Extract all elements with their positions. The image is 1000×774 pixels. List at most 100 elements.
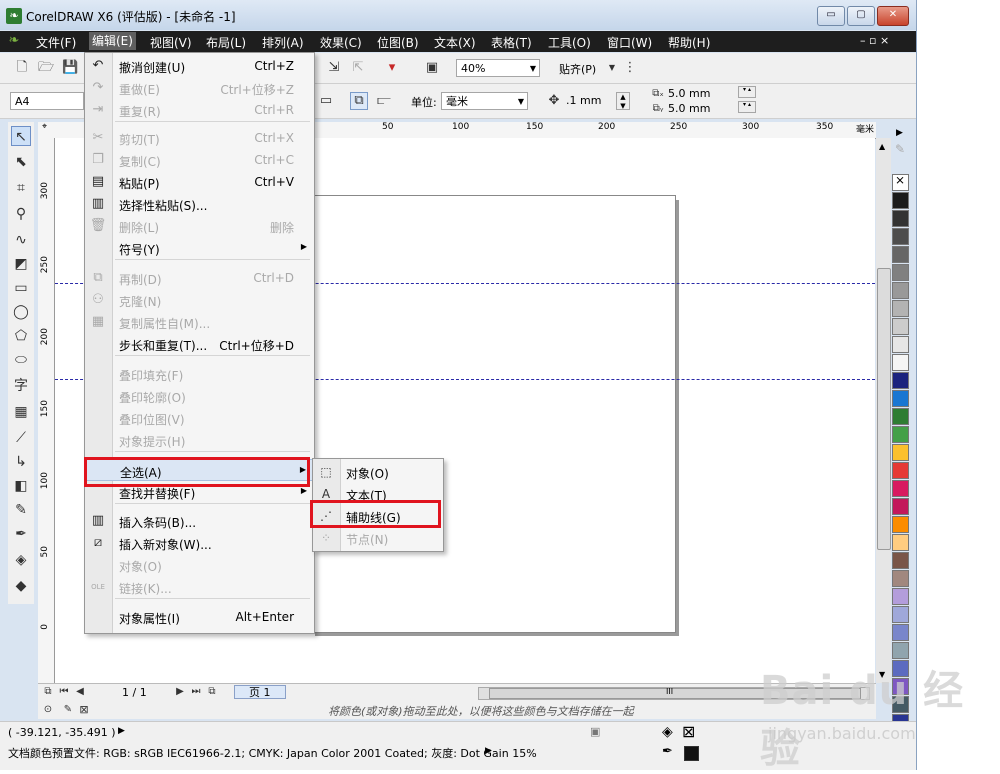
edit-menu-item[interactable]: 对象属性(I) Alt+Enter (85, 606, 314, 628)
menu-edit[interactable]: 编辑(E) (89, 32, 136, 50)
eyedropper-icon[interactable]: ✎ (60, 702, 76, 718)
color-swatch[interactable] (892, 210, 909, 227)
document-controls[interactable]: – ▫ × (860, 34, 889, 47)
menu-tools[interactable]: 工具(O) (548, 34, 591, 51)
profile-arrow-icon[interactable]: ▶ (485, 746, 492, 756)
color-swatch[interactable] (892, 624, 909, 641)
table-tool-icon[interactable]: ▦ (11, 402, 31, 422)
color-swatch[interactable] (892, 462, 909, 479)
connector-tool-icon[interactable]: ↳ (11, 452, 31, 472)
all-pages-icon[interactable]: ⧉ (350, 92, 368, 110)
maximize-button[interactable]: ▢ (847, 6, 875, 26)
zoom-level-combo[interactable]: 40% ▼ (456, 59, 540, 77)
color-swatch[interactable] (892, 606, 909, 623)
color-swatch[interactable] (892, 588, 909, 605)
menu-help[interactable]: 帮助(H) (668, 34, 710, 51)
add-page-before-icon[interactable]: ⧉ (40, 684, 56, 700)
save-icon[interactable]: 💾 (62, 60, 78, 76)
duplicate-y-value[interactable]: 5.0 mm (668, 102, 710, 115)
menu-bitmaps[interactable]: 位图(B) (377, 34, 419, 51)
current-page-icon[interactable]: ⫍ (376, 93, 392, 109)
no-fill-swatch-icon[interactable]: ⊠ (76, 702, 92, 718)
color-swatch[interactable] (892, 390, 909, 407)
color-swatch[interactable] (892, 354, 909, 371)
color-swatch[interactable] (892, 246, 909, 263)
color-swatch[interactable] (892, 300, 909, 317)
portrait-page-icon[interactable]: ▭ (318, 93, 334, 109)
outline-color-swatch[interactable] (684, 746, 699, 761)
snap-to-button[interactable]: 贴齐(P) (559, 61, 596, 77)
edit-menu-item[interactable]: ▥ 插入条码(B)... (85, 510, 314, 532)
color-swatch[interactable] (892, 534, 909, 551)
menu-window[interactable]: 窗口(W) (607, 34, 652, 51)
color-swatch[interactable] (892, 498, 909, 515)
color-swatch[interactable] (892, 408, 909, 425)
application-launcher-icon[interactable]: ▾ (384, 60, 400, 76)
color-swatch[interactable] (892, 282, 909, 299)
crop-tool-icon[interactable]: ⌗ (11, 178, 31, 198)
color-swatch[interactable] (892, 570, 909, 587)
expand-arrow-icon[interactable]: ▶ (118, 726, 125, 736)
edit-menu-item[interactable]: ▥ 选择性粘贴(S)... (85, 193, 314, 215)
freehand-tool-icon[interactable]: ∿ (11, 230, 31, 250)
palette-menu-icon[interactable]: ⊙ (40, 702, 56, 718)
color-swatch[interactable] (892, 426, 909, 443)
document-page[interactable] (310, 195, 676, 633)
vertical-ruler[interactable]: 300 250 200 150 100 50 0 (38, 138, 55, 683)
units-combo[interactable]: 毫米 ▼ (441, 92, 528, 110)
menu-arrange[interactable]: 排列(A) (262, 34, 304, 51)
duplicate-x-spinner[interactable]: ▾ ▴ (738, 86, 756, 98)
options-icon[interactable]: ⋮ (622, 60, 638, 76)
duplicate-y-spinner[interactable]: ▾ ▴ (738, 101, 756, 113)
no-fill-indicator-icon[interactable]: ⊠ (682, 722, 695, 741)
menu-layout[interactable]: 布局(L) (206, 34, 246, 51)
previous-page-icon[interactable]: ◀ (72, 684, 88, 700)
color-swatch[interactable] (892, 516, 909, 533)
menu-table[interactable]: 表格(T) (491, 34, 532, 51)
color-swatch[interactable] (892, 228, 909, 245)
vertical-scroll-thumb[interactable] (877, 268, 891, 550)
color-swatch[interactable] (892, 372, 909, 389)
no-color-swatch[interactable]: ⨯ (892, 173, 909, 191)
edit-menu-item[interactable]: ⧄ 插入新对象(W)... (85, 532, 314, 554)
color-swatch[interactable] (892, 264, 909, 281)
color-swatch[interactable] (892, 480, 909, 497)
nudge-spinner[interactable]: ▲ ▼ (616, 92, 630, 110)
color-swatch[interactable] (892, 642, 909, 659)
menu-effects[interactable]: 效果(C) (320, 34, 362, 51)
page-size-combo[interactable]: A4 (10, 92, 84, 110)
color-profile-info[interactable]: 文档颜色预置文件: RGB: sRGB IEC61966-2.1; CMYK: … (8, 745, 537, 761)
select-all-submenu-item[interactable]: ⬚ 对象(O) (313, 461, 443, 483)
add-page-after-icon[interactable]: ⧉ (204, 684, 220, 700)
color-swatch[interactable] (892, 192, 909, 209)
new-document-icon[interactable]: 🗋 (14, 60, 30, 76)
open-folder-icon[interactable]: 🗁 (38, 60, 54, 76)
pick-tool-icon[interactable]: ↖ (11, 126, 31, 146)
smart-fill-tool-icon[interactable]: ◩ (11, 254, 31, 274)
polygon-tool-icon[interactable]: ⬠ (11, 326, 31, 346)
menu-text[interactable]: 文本(X) (434, 34, 476, 51)
ellipse-tool-icon[interactable]: ◯ (11, 302, 31, 322)
minimize-button[interactable]: ▭ (817, 6, 845, 26)
edit-menu-item[interactable]: 符号(Y) ▶ (85, 237, 314, 259)
text-tool-icon[interactable]: 字 (11, 376, 31, 396)
basic-shapes-tool-icon[interactable]: ⬭ (11, 350, 31, 370)
dimension-tool-icon[interactable]: ⟋ (11, 428, 31, 448)
first-page-icon[interactable]: ⏮ (56, 684, 72, 700)
color-swatch[interactable] (892, 336, 909, 353)
export-icon[interactable]: ⇱ (350, 60, 366, 76)
color-swatch[interactable] (892, 444, 909, 461)
zoom-tool-icon[interactable]: ⚲ (11, 204, 31, 224)
fill-tool-icon[interactable]: ◈ (11, 550, 31, 570)
ruler-origin-icon[interactable]: ⌖ (42, 122, 47, 132)
blend-tool-icon[interactable]: ◧ (11, 476, 31, 496)
edit-menu-item[interactable]: ▤ 粘贴(P) Ctrl+V (85, 171, 314, 193)
eyedropper-palette-icon[interactable]: ✎ (895, 142, 905, 156)
duplicate-x-value[interactable]: 5.0 mm (668, 87, 710, 100)
rectangle-tool-icon[interactable]: ▭ (11, 278, 31, 298)
snap-dropdown-chevron-icon[interactable]: ▼ (604, 60, 620, 76)
edit-menu-item[interactable]: 步长和重复(T)... Ctrl+位移+D (85, 333, 314, 355)
last-page-icon[interactable]: ⏭ (188, 684, 204, 700)
vertical-scrollbar[interactable]: ▲ ▼ (876, 138, 891, 683)
close-button[interactable]: ✕ (877, 6, 909, 26)
